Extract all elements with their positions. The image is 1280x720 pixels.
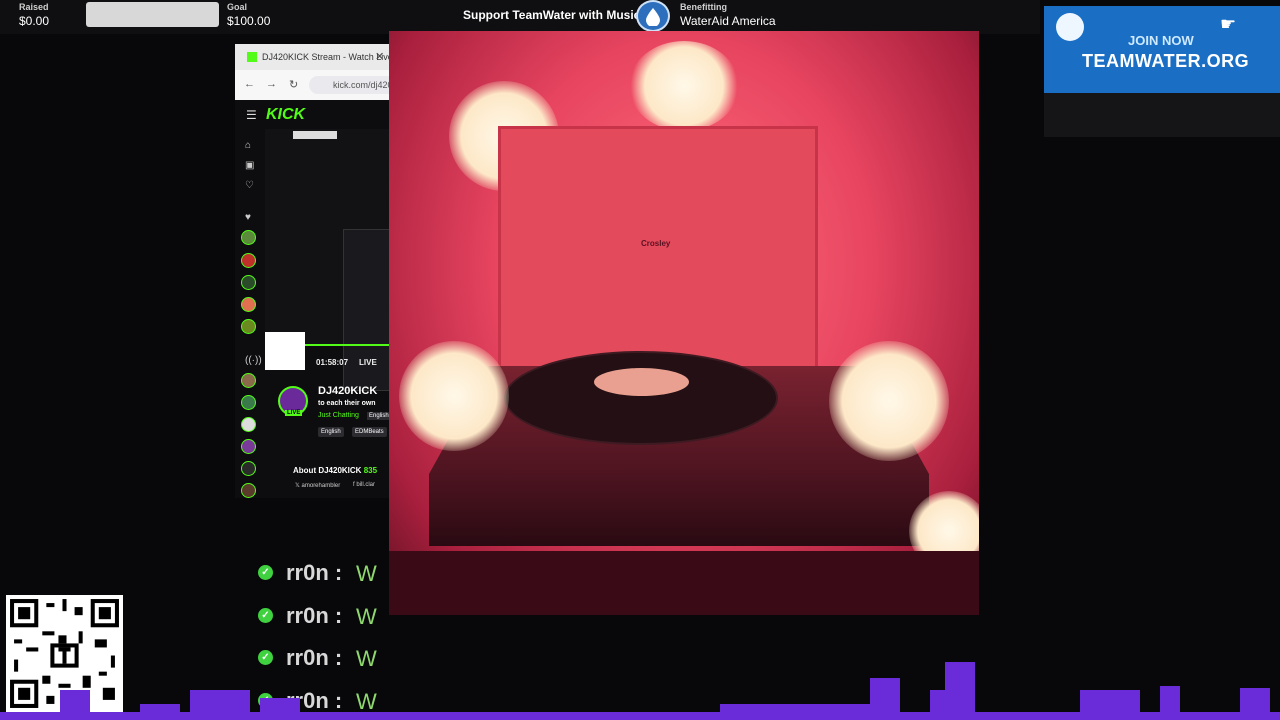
goal-label: Goal	[227, 2, 248, 12]
teamwater-banner[interactable]: ☛ JOIN NOW TEAMWATER.ORG	[1044, 6, 1280, 93]
channel-avatar[interactable]	[241, 319, 256, 334]
channel-avatar[interactable]	[241, 461, 256, 476]
forward-icon[interactable]: →	[266, 78, 277, 90]
benefitting-value: WaterAid America	[680, 14, 776, 28]
water-drop-icon	[1056, 13, 1084, 41]
channel-avatar[interactable]	[241, 439, 256, 454]
broadcast-icon: ((·))	[245, 355, 262, 366]
browser-window: DJ420KICK Stream - Watch Live ✕ ← → ↻ ki…	[235, 44, 390, 498]
turntable-lid: Crosley	[498, 126, 818, 376]
turntable-brand: Crosley	[641, 239, 671, 248]
visualizer-bar	[945, 662, 975, 720]
following-icon[interactable]: ♡	[245, 180, 254, 191]
channel-avatar[interactable]	[241, 297, 256, 312]
benefitting-label: Benefitting	[680, 2, 727, 12]
visualizer-bar	[1240, 688, 1270, 720]
browse-icon[interactable]: ▣	[245, 160, 254, 171]
banner-panel	[1044, 93, 1280, 137]
visualizer-bar	[870, 678, 900, 720]
kick-favicon-icon	[247, 52, 257, 62]
visualizer-bar	[190, 690, 250, 720]
support-text: Support TeamWater with Music	[463, 8, 641, 22]
pointing-hand-icon: ☛	[1220, 14, 1237, 34]
qr-code	[265, 332, 305, 370]
heart-icon: ♥	[245, 212, 251, 223]
visualizer-bar	[140, 704, 180, 720]
goal-stat: Goal $100.00	[227, 2, 270, 28]
social-x-link[interactable]: 𝕏 amorehambler	[295, 482, 340, 489]
live-indicator: LIVE	[359, 358, 377, 367]
visualizer-bar	[1160, 686, 1180, 720]
channel-avatar[interactable]	[241, 373, 256, 388]
music-video: Crosley	[389, 31, 979, 615]
visualizer-bar	[720, 704, 880, 720]
reload-icon[interactable]: ↻	[289, 78, 298, 91]
address-bar: ← → ↻ kick.com/dj420kick	[235, 70, 390, 100]
water-drop-icon	[636, 0, 670, 32]
stream-player[interactable]	[265, 129, 390, 391]
social-facebook-handle: bill.clar	[356, 482, 376, 488]
vinyl-record	[504, 351, 778, 445]
verified-check-icon: ✓	[258, 565, 273, 580]
follower-count: 835	[363, 466, 378, 475]
channel-avatar[interactable]	[241, 253, 256, 268]
chat-text: W	[356, 561, 377, 586]
channel-avatar[interactable]	[241, 230, 256, 245]
mini-progress-bar	[293, 131, 337, 139]
kick-logo[interactable]: KICK	[266, 106, 305, 124]
chat-text: W	[356, 604, 377, 629]
stream-timer: 01:58:07	[316, 358, 349, 367]
chat-username: rr0n :	[286, 603, 343, 628]
fundraiser-progress-bar	[86, 2, 219, 27]
raised-value: $0.00	[19, 14, 50, 28]
language-badge: English	[367, 412, 390, 420]
video-floor	[389, 551, 979, 615]
fundraiser-bar: Raised $0.00 Goal $100.00 Support TeamWa…	[0, 0, 1040, 34]
raised-label: Raised	[19, 2, 49, 12]
visualizer-bar	[1080, 690, 1140, 720]
stream-title: to each their own	[318, 400, 376, 407]
channel-avatar[interactable]	[241, 483, 256, 498]
live-badge: LIVE	[285, 410, 303, 416]
url-input[interactable]: kick.com/dj420kick	[309, 76, 390, 94]
menu-icon[interactable]: ☰	[246, 108, 257, 122]
social-facebook-link[interactable]: f bill.clar	[353, 482, 375, 488]
verified-check-icon: ✓	[258, 608, 273, 623]
close-tab-icon[interactable]: ✕	[375, 50, 384, 63]
social-x-handle: amorehambler	[301, 483, 341, 489]
tag-pill[interactable]: English	[318, 427, 344, 437]
chat-username: rr0n :	[286, 560, 343, 585]
raised-stat: Raised $0.00	[19, 2, 49, 28]
back-icon[interactable]: ←	[244, 78, 255, 90]
visualizer-bar	[60, 690, 90, 720]
visualizer-bar	[260, 698, 300, 720]
about-heading: About DJ420KICK 835	[293, 466, 377, 475]
about-label: About DJ420KICK	[293, 466, 362, 475]
channel-avatar[interactable]	[241, 395, 256, 410]
benefitting-stat: Benefitting WaterAid America	[680, 2, 776, 28]
light-bulb	[829, 341, 949, 461]
browser-tab[interactable]: DJ420KICK Stream - Watch Live ✕	[235, 44, 390, 70]
channel-avatar[interactable]	[241, 275, 256, 290]
audio-visualizer	[0, 662, 1280, 720]
goal-value: $100.00	[227, 14, 271, 28]
visualizer-bars	[0, 662, 1280, 720]
record-label	[594, 368, 689, 396]
tab-title: DJ420KICK Stream - Watch Live	[262, 52, 390, 62]
light-bulb	[399, 341, 509, 451]
home-icon[interactable]: ⌂	[245, 140, 251, 151]
banner-join-text: JOIN NOW	[1128, 33, 1194, 48]
light-bulb	[629, 41, 739, 131]
banner-site-text: TEAMWATER.ORG	[1082, 51, 1250, 71]
channel-name[interactable]: DJ420KICK	[318, 385, 377, 397]
category-link[interactable]: Just Chatting	[318, 412, 359, 419]
tag-pill[interactable]: EDMBeats	[352, 427, 387, 437]
channel-avatar[interactable]	[241, 417, 256, 432]
